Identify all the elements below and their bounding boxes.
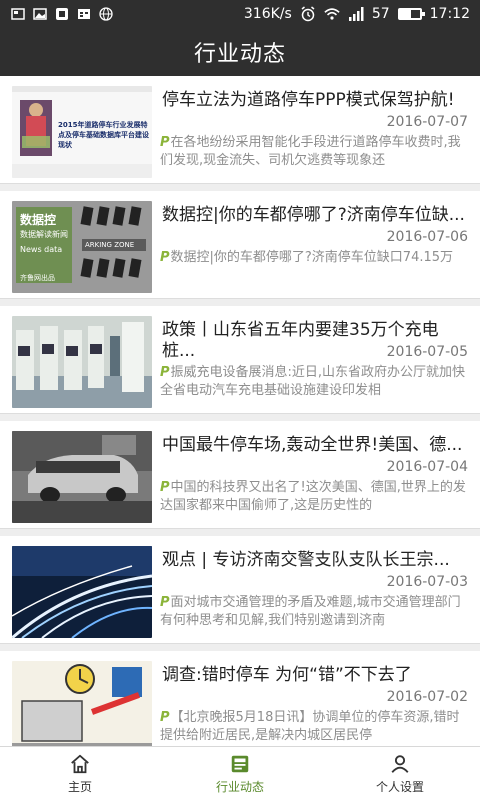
clock: 17:12 xyxy=(429,6,470,22)
news-thumbnail xyxy=(12,661,152,746)
news-item[interactable]: 中国最牛停车场,轰动全世界!美国、德... 2016-07-04 P中国的科技界… xyxy=(0,421,480,529)
news-date: 2016-07-07 xyxy=(386,114,468,130)
status-bar-right: 316K/s 57 17:12 xyxy=(244,6,470,22)
news-title: 停车立法为道路停车PPP模式保驾护航! xyxy=(162,90,455,110)
person-icon xyxy=(391,754,409,773)
p-badge: P xyxy=(160,365,170,380)
network-speed: 316K/s xyxy=(243,6,292,22)
status-bar: 316K/s 57 17:12 xyxy=(0,0,480,28)
news-summary: P在各地纷纷采用智能化手段进行道路停车收费时,我们发现,现金流失、司机欠逃费等现… xyxy=(160,134,466,170)
calendar-icon xyxy=(76,7,92,21)
news-summary-text: 面对城市交通管理的矛盾及难题,城市交通管理部门有何种思考和见解,我们特别邀请到济… xyxy=(160,595,461,628)
news-summary-text: 中国的科技界又出名了!这次美国、德国,世界上的发达国家都来中国偷师了,这是历史性… xyxy=(160,480,466,513)
app-icon xyxy=(54,7,70,21)
p-badge: P xyxy=(160,135,170,150)
alarm-icon xyxy=(300,6,316,22)
tab-label: 个人设置 xyxy=(375,779,424,794)
p-badge: P xyxy=(160,595,170,610)
news-title: 调查:错时停车 为何“错”不下去了 xyxy=(162,665,412,685)
wifi-icon xyxy=(324,7,340,21)
signal-icon xyxy=(348,7,364,21)
news-item[interactable]: 政策丨山东省五年内要建35万个充电桩... 2016-07-05 P振威充电设备… xyxy=(0,306,480,414)
news-summary-text: 数据控|你的车都停哪了?济南停车位缺口74.15万 xyxy=(170,250,454,265)
news-thumbnail xyxy=(12,316,152,408)
news-date: 2016-07-04 xyxy=(386,459,468,475)
news-title: 数据控|你的车都停哪了?济南停车位缺... xyxy=(162,205,465,225)
thumbnail-text: News data xyxy=(20,245,63,254)
news-title: 中国最牛停车场,轰动全世界!美国、德... xyxy=(162,435,463,455)
tab-home[interactable]: 主页 xyxy=(0,747,160,800)
notification-icon xyxy=(10,7,26,21)
news-icon xyxy=(231,755,249,772)
tab-label: 行业动态 xyxy=(215,779,264,794)
news-summary-text: 在各地纷纷采用智能化手段进行道路停车收费时,我们发现,现金流失、司机欠逃费等现象… xyxy=(160,135,461,168)
p-badge: P xyxy=(160,250,170,265)
thumbnail-text: ARKING ZONE xyxy=(85,241,135,249)
news-item[interactable]: 2015年道路停车行业发展特点及停车基础数据库平台建设现状 停车立法为道路停车P… xyxy=(0,76,480,184)
news-thumbnail: 数据控 数据解读新闻 News data ARKING ZONE 齐鲁网出品 xyxy=(12,201,152,293)
bottom-tab-bar: 主页 行业动态 个人设置 xyxy=(0,746,480,800)
globe-icon xyxy=(98,7,114,21)
image-icon xyxy=(32,7,48,21)
news-summary: P数据控|你的车都停哪了?济南停车位缺口74.15万 xyxy=(160,249,466,285)
news-list[interactable]: 2015年道路停车行业发展特点及停车基础数据库平台建设现状 停车立法为道路停车P… xyxy=(0,76,480,746)
news-item[interactable]: 观点 | 专访济南交警支队支队长王宗... 2016-07-03 P面对城市交通… xyxy=(0,536,480,644)
news-date: 2016-07-05 xyxy=(386,344,468,360)
news-thumbnail xyxy=(12,546,152,638)
news-thumbnail xyxy=(12,431,152,523)
battery-percent: 57 xyxy=(371,6,390,22)
p-badge: P xyxy=(160,480,170,495)
tab-settings[interactable]: 个人设置 xyxy=(320,747,480,800)
home-icon xyxy=(71,754,89,773)
news-title: 观点 | 专访济南交警支队支队长王宗... xyxy=(162,550,450,570)
news-date: 2016-07-03 xyxy=(386,574,468,590)
tab-industry-news[interactable]: 行业动态 xyxy=(160,747,320,800)
news-summary: P面对城市交通管理的矛盾及难题,城市交通管理部门有何种思考和见解,我们特别邀请到… xyxy=(160,594,466,630)
news-date: 2016-07-02 xyxy=(386,689,468,705)
thumbnail-caption: 2015年道路停车行业发展特点及停车基础数据库平台建设现状 xyxy=(58,121,149,149)
news-summary: P中国的科技界又出名了!这次美国、德国,世界上的发达国家都来中国偷师了,这是历史… xyxy=(160,479,466,515)
title-bar: 行业动态 xyxy=(0,28,480,76)
news-item[interactable]: 调查:错时停车 为何“错”不下去了 2016-07-02 P【北京晚报5月18日… xyxy=(0,651,480,746)
news-summary: P【北京晚报5月18日讯】协调单位的停车资源,错时提供给附近居民,是解决内城区居… xyxy=(160,709,466,745)
news-date: 2016-07-06 xyxy=(386,229,468,245)
news-summary-text: 振威充电设备展消息:近日,山东省政府办公厅就加快全省电动汽车充电基础设施建设印发… xyxy=(160,365,466,398)
news-item[interactable]: 数据控 数据解读新闻 News data ARKING ZONE 齐鲁网出品 数… xyxy=(0,191,480,299)
thumbnail-text: 齐鲁网出品 xyxy=(20,274,55,282)
thumbnail-text: 数据解读新闻 xyxy=(20,230,68,239)
battery-icon xyxy=(397,8,425,20)
status-bar-left xyxy=(10,7,114,21)
page-title: 行业动态 xyxy=(193,42,286,67)
p-badge: P xyxy=(160,710,170,725)
thumbnail-text: 数据控 xyxy=(20,213,57,227)
tab-label: 主页 xyxy=(67,779,92,794)
news-thumbnail: 2015年道路停车行业发展特点及停车基础数据库平台建设现状 xyxy=(12,86,152,178)
news-summary: P振威充电设备展消息:近日,山东省政府办公厅就加快全省电动汽车充电基础设施建设印… xyxy=(160,364,466,400)
news-summary-text: 【北京晚报5月18日讯】协调单位的停车资源,错时提供给附近居民,是解决内城区居民… xyxy=(160,710,460,743)
